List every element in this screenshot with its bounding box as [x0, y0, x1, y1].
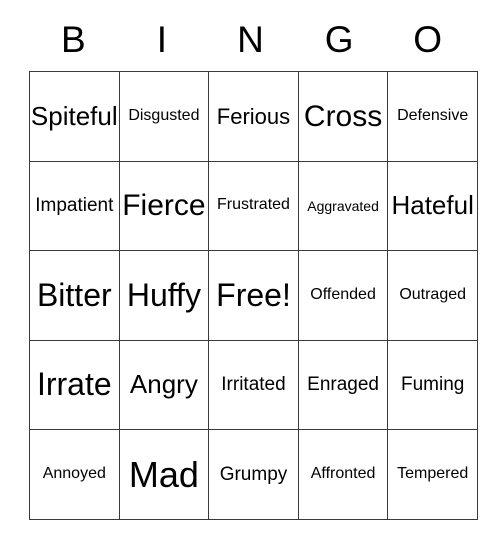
- bingo-cell-label: Disgusted: [128, 106, 200, 124]
- bingo-cell[interactable]: Offended: [297, 250, 389, 341]
- bingo-cell[interactable]: Cross: [297, 71, 389, 162]
- bingo-header-letter-o: O: [413, 19, 443, 60]
- bingo-cell-label: Grumpy: [219, 463, 288, 485]
- bingo-grid: Spiteful Disgusted Ferious Cross Defensi…: [29, 71, 478, 520]
- bingo-header-letter-n: N: [237, 19, 264, 60]
- bingo-row: Irrate Angry Irritated Enraged Fuming: [29, 339, 478, 431]
- bingo-cell[interactable]: Bitter: [29, 250, 120, 341]
- bingo-cell[interactable]: Grumpy: [208, 429, 299, 520]
- bingo-cell[interactable]: Affronted: [297, 429, 389, 520]
- bingo-cell-label: Tempered: [397, 465, 469, 483]
- bingo-cell-label: Impatient: [35, 194, 114, 216]
- bingo-cell-label: Hateful: [391, 190, 474, 221]
- bingo-cell-free[interactable]: Free!: [208, 250, 299, 341]
- bingo-cell[interactable]: Spiteful: [29, 71, 120, 162]
- bingo-cell-label: Offended: [310, 286, 376, 304]
- bingo-header-letter-g: G: [324, 19, 354, 60]
- bingo-cell[interactable]: Huffy: [118, 250, 210, 341]
- bingo-header-letter-b: B: [60, 19, 86, 60]
- bingo-cell-label: Frustrated: [217, 196, 290, 214]
- bingo-cell[interactable]: Frustrated: [208, 160, 299, 252]
- bingo-header-letter-i: I: [156, 19, 168, 60]
- bingo-cell-label: Bitter: [36, 276, 112, 313]
- bingo-cell[interactable]: Aggravated: [297, 160, 389, 252]
- bingo-cell[interactable]: Hateful: [387, 160, 478, 252]
- bingo-cell-label: Annoyed: [42, 465, 106, 483]
- bingo-cell-label: Cross: [303, 99, 383, 133]
- bingo-cell[interactable]: Annoyed: [29, 429, 120, 520]
- bingo-cell-label: Affronted: [310, 465, 376, 483]
- bingo-cell-label: Huffy: [126, 276, 201, 313]
- bingo-row: Annoyed Mad Grumpy Affronted Tempered: [29, 429, 478, 520]
- bingo-cell[interactable]: Ferious: [208, 71, 299, 162]
- bingo-cell-label: Irrate: [36, 366, 112, 403]
- bingo-cell-label: Fuming: [400, 374, 465, 396]
- bingo-row: Impatient Fierce Frustrated Aggravated H…: [29, 160, 478, 252]
- bingo-cell-label: Outraged: [399, 286, 467, 304]
- bingo-row: Spiteful Disgusted Ferious Cross Defensi…: [29, 71, 478, 162]
- bingo-cell-label: Fierce: [122, 189, 206, 223]
- bingo-cell[interactable]: Irritated: [208, 339, 299, 431]
- bingo-cell[interactable]: Tempered: [387, 429, 478, 520]
- bingo-row: Bitter Huffy Free! Offended Outraged: [29, 250, 478, 341]
- bingo-cell[interactable]: Mad: [118, 429, 210, 520]
- bingo-cell-label: Spiteful: [30, 100, 118, 131]
- bingo-cell-label: Ferious: [216, 103, 291, 129]
- bingo-cell[interactable]: Impatient: [29, 160, 120, 252]
- bingo-cell-label: Enraged: [307, 374, 379, 396]
- bingo-cell-label: Irritated: [221, 374, 286, 396]
- bingo-cell-label: Mad: [128, 453, 199, 495]
- bingo-cell[interactable]: Fierce: [118, 160, 210, 252]
- bingo-cell[interactable]: Irrate: [29, 339, 120, 431]
- bingo-header-row: B I N G O: [29, 8, 472, 71]
- bingo-cell[interactable]: Enraged: [297, 339, 389, 431]
- bingo-card: B I N G O Spiteful Disgusted Ferious Cro…: [29, 8, 478, 520]
- bingo-cell[interactable]: Outraged: [387, 250, 478, 341]
- bingo-cell[interactable]: Defensive: [387, 71, 478, 162]
- bingo-cell[interactable]: Angry: [118, 339, 210, 431]
- bingo-cell[interactable]: Disgusted: [118, 71, 210, 162]
- bingo-cell-label: Free!: [216, 276, 291, 313]
- bingo-cell-label: Angry: [129, 369, 198, 400]
- bingo-cell-label: Aggravated: [307, 197, 379, 214]
- bingo-cell[interactable]: Fuming: [387, 339, 478, 431]
- bingo-cell-label: Defensive: [397, 106, 469, 124]
